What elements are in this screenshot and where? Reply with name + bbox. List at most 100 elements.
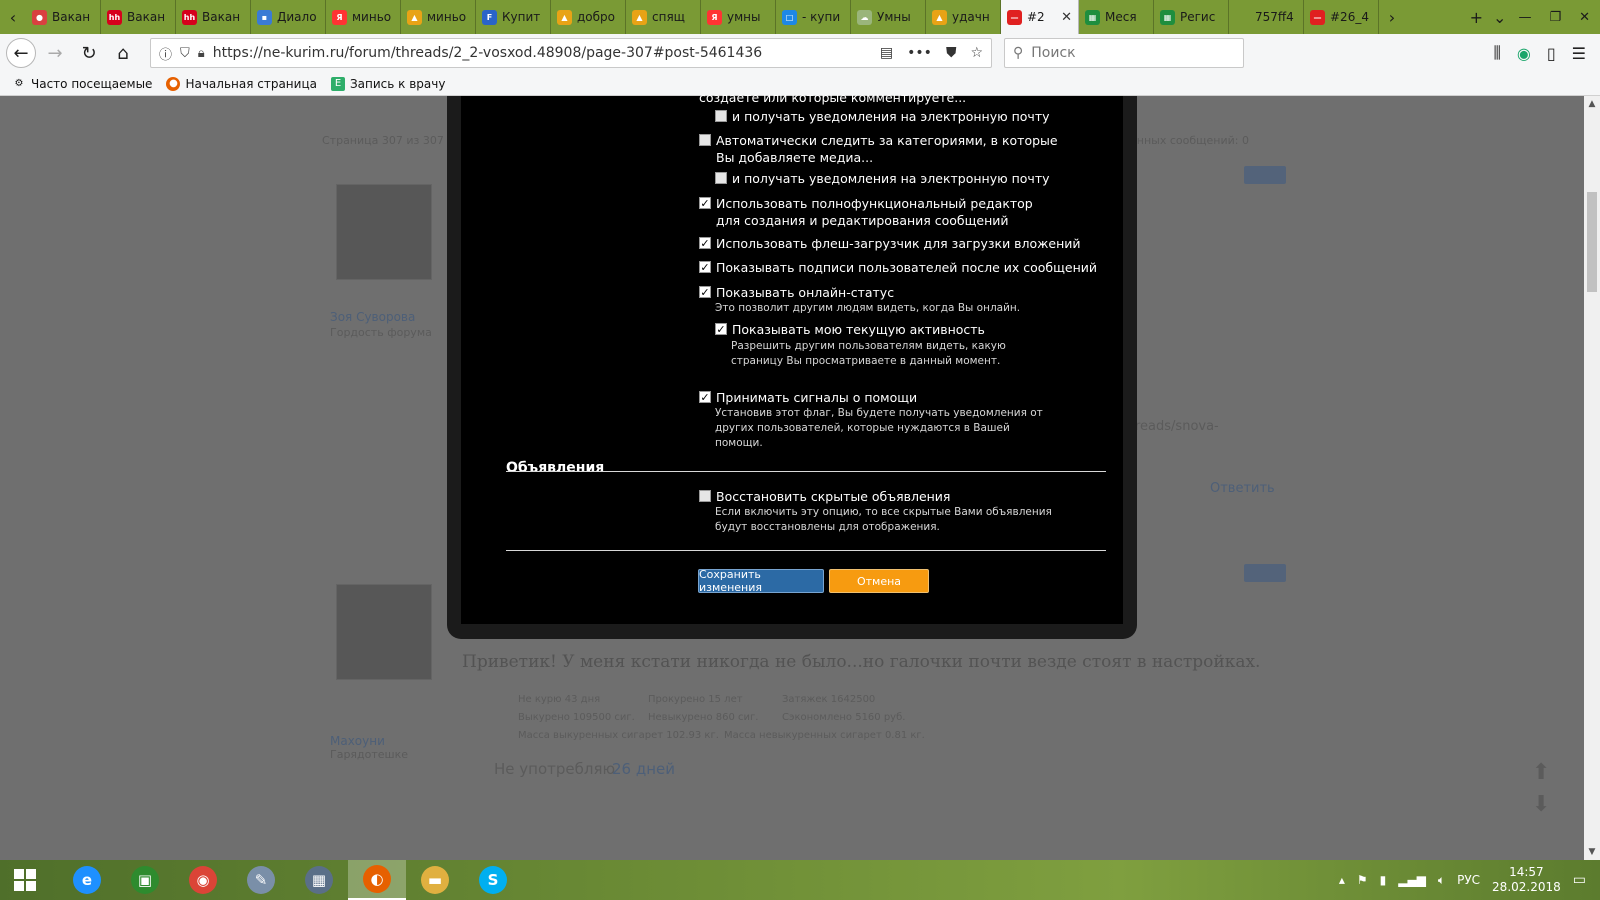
checkbox[interactable]: [715, 110, 727, 122]
flag-icon[interactable]: ⚑: [1357, 873, 1368, 887]
tracking-shield-icon[interactable]: ⛉: [180, 46, 190, 61]
list-all-tabs-icon[interactable]: ⌄: [1493, 8, 1506, 27]
tab-4[interactable]: Яминьо: [326, 0, 401, 34]
tab-14[interactable]: ▦ Меся: [1079, 0, 1154, 34]
taskbar-app-7[interactable]: S: [464, 860, 522, 900]
tab-15[interactable]: ▦ Регис: [1154, 0, 1229, 34]
checkbox[interactable]: [699, 134, 711, 146]
sidebar-icon[interactable]: ▯: [1547, 44, 1556, 63]
tabs-scroll-left-icon[interactable]: ‹: [0, 0, 26, 34]
show-hidden-icons-icon[interactable]: ▴: [1339, 873, 1345, 887]
scroll-down-icon[interactable]: ▼: [1584, 844, 1600, 860]
notifications-icon[interactable]: ▭: [1573, 872, 1586, 888]
url-bar[interactable]: ⓘ ⛉ 🔒︎ https://ne-kurim.ru/forum/threads…: [150, 38, 992, 68]
tab-13[interactable]: — #2 ✕: [1001, 0, 1079, 34]
pagination-text[interactable]: Страница 307 из 307: [322, 134, 444, 147]
option-flash-uploader[interactable]: ✓ Использовать флеш-загрузчик для загруз…: [699, 235, 1081, 252]
home-button[interactable]: ⌂: [108, 38, 138, 68]
tab-8[interactable]: ▲ спящ: [626, 0, 701, 34]
bookmark-most-visited[interactable]: ⚙ Часто посещаемые: [12, 77, 153, 91]
bookmark-start-page[interactable]: ● Начальная страница: [166, 76, 317, 91]
taskbar-app-6[interactable]: ▬: [406, 860, 464, 900]
pocket-icon[interactable]: ⛊: [946, 45, 957, 61]
scroll-bottom-icon[interactable]: ⬇: [1532, 792, 1550, 817]
battery-icon[interactable]: ▮: [1380, 873, 1387, 887]
option-help-signals[interactable]: ✓ Принимать сигналы о помощи: [699, 389, 917, 406]
checkbox[interactable]: ✓: [699, 391, 711, 403]
background-button[interactable]: [1244, 564, 1286, 582]
option-email-notify-media[interactable]: и получать уведомления на электронную по…: [715, 170, 1050, 187]
insecure-lock-icon[interactable]: 🔒︎: [198, 46, 205, 61]
close-tab-icon[interactable]: ✕: [1061, 10, 1072, 25]
checkbox[interactable]: [715, 172, 727, 184]
taskbar-app-2[interactable]: ◉: [174, 860, 232, 900]
user-name[interactable]: Зоя Суворова: [330, 310, 415, 324]
checkbox[interactable]: ✓: [699, 261, 711, 273]
reload-button[interactable]: ↻: [74, 38, 104, 68]
tab-10[interactable]: □ - купи: [776, 0, 851, 34]
taskbar-app-5[interactable]: ◐: [348, 860, 406, 900]
url-text[interactable]: https://ne-kurim.ru/forum/threads/2_2-vo…: [213, 45, 872, 61]
tab-16[interactable]: 757ff4: [1229, 0, 1304, 34]
option-email-notify-threads[interactable]: и получать уведомления на электронную по…: [715, 108, 1050, 125]
scroll-top-icon[interactable]: ⬆: [1532, 760, 1550, 785]
option-restore-announcements[interactable]: Восстановить скрытые объявления: [699, 488, 950, 505]
bookmark-doctor-appointment[interactable]: E Запись к врачу: [330, 76, 445, 91]
tab-0[interactable]: ● Вакан: [26, 0, 101, 34]
tabs-scroll-right-icon[interactable]: ›: [1379, 0, 1405, 34]
taskbar-app-1[interactable]: ▣: [116, 860, 174, 900]
option-watch-media-categories[interactable]: Автоматически следить за категориями, в …: [699, 132, 1059, 166]
option-rich-editor[interactable]: ✓ Использовать полнофункциональный редак…: [699, 195, 1059, 229]
option-online-status[interactable]: ✓ Показывать онлайн-статус: [699, 284, 894, 301]
taskbar-app-0[interactable]: e: [58, 860, 116, 900]
tab-3[interactable]: ▪ Диало: [251, 0, 326, 34]
info-icon[interactable]: ⓘ: [159, 44, 172, 63]
cancel-button[interactable]: Отмена: [829, 569, 929, 593]
user-name[interactable]: Махоуни: [330, 734, 385, 748]
checkbox[interactable]: ✓: [699, 286, 711, 298]
menu-icon[interactable]: ☰: [1572, 44, 1586, 63]
page-actions-icon[interactable]: •••: [907, 45, 932, 61]
option-current-activity[interactable]: ✓ Показывать мою текущую активность: [715, 321, 985, 338]
forward-button[interactable]: →: [40, 38, 70, 68]
checkbox[interactable]: ✓: [699, 197, 711, 209]
user-avatar[interactable]: [336, 584, 432, 680]
checkbox[interactable]: ✓: [715, 323, 727, 335]
tab-6[interactable]: F Купит: [476, 0, 551, 34]
tab-5[interactable]: ▲ миньо: [401, 0, 476, 34]
reader-view-icon[interactable]: ▤: [880, 45, 893, 61]
background-button[interactable]: [1244, 166, 1286, 184]
tab-7[interactable]: ▲ добро: [551, 0, 626, 34]
start-button[interactable]: [0, 860, 50, 900]
page-scrollbar[interactable]: ▲ ▼: [1584, 96, 1600, 860]
restore-icon[interactable]: ❐: [1549, 10, 1561, 25]
new-tab-icon[interactable]: +: [1470, 8, 1483, 27]
back-button[interactable]: ←: [6, 38, 36, 68]
tab-9[interactable]: Яумны: [701, 0, 776, 34]
language-indicator[interactable]: РУС: [1457, 873, 1480, 887]
tab-17[interactable]: — #26_4: [1304, 0, 1379, 34]
taskbar-app-3[interactable]: ✎: [232, 860, 290, 900]
extension-icon[interactable]: ◉: [1517, 44, 1531, 63]
user-avatar[interactable]: [336, 184, 432, 280]
clock[interactable]: 14:57 28.02.2018: [1492, 865, 1561, 895]
reply-link[interactable]: Ответить: [1210, 481, 1275, 496]
save-changes-button[interactable]: Сохранить изменения: [698, 568, 824, 594]
scroll-up-icon[interactable]: ▲: [1584, 96, 1600, 112]
volume-icon[interactable]: 🔈︎: [1438, 873, 1445, 888]
tab-11[interactable]: ☁ Умны: [851, 0, 926, 34]
tab-2[interactable]: hh Вакан: [176, 0, 251, 34]
tab-1[interactable]: hh Вакан: [101, 0, 176, 34]
taskbar-app-4[interactable]: ▦: [290, 860, 348, 900]
option-show-signatures[interactable]: ✓ Показывать подписи пользователей после…: [699, 259, 1097, 276]
library-icon[interactable]: ⫼: [1494, 43, 1501, 63]
bookmark-star-icon[interactable]: ☆: [970, 45, 983, 61]
tab-12[interactable]: ▲ удачн: [926, 0, 1001, 34]
search-input[interactable]: ⚲ Поиск: [1004, 38, 1244, 68]
checkbox[interactable]: [699, 490, 711, 502]
thread-link[interactable]: reads/snova-: [1135, 419, 1219, 434]
close-window-icon[interactable]: ✕: [1579, 10, 1590, 25]
scrollbar-thumb[interactable]: [1587, 192, 1597, 292]
network-icon[interactable]: ▂▄▆: [1398, 873, 1426, 887]
minimize-icon[interactable]: —: [1518, 10, 1531, 25]
